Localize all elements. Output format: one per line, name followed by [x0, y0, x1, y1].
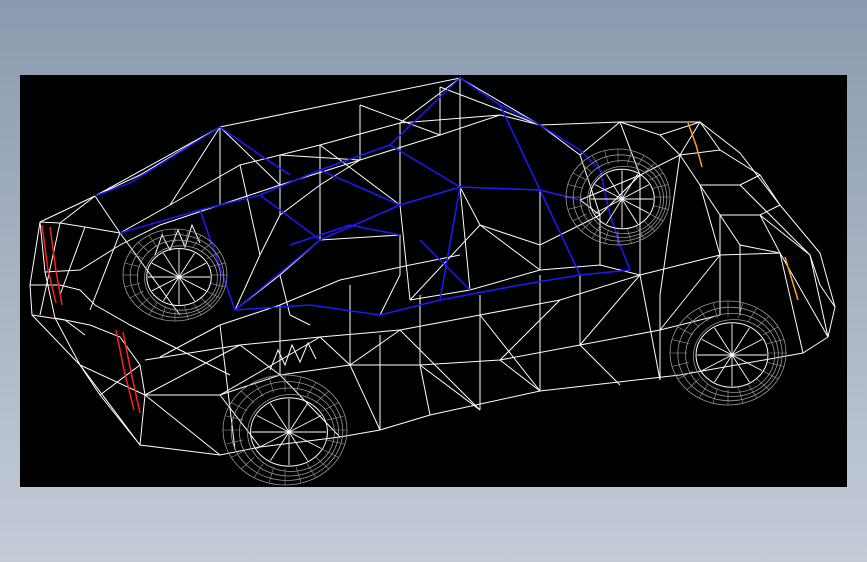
canvas-background [0, 0, 867, 562]
wheel-front-right [222, 374, 348, 486]
wheel-rear-right [669, 300, 787, 406]
wheel-front-left [122, 228, 228, 322]
car-wireframe-model [29, 77, 836, 486]
wheels [122, 148, 787, 486]
head-light [687, 122, 799, 301]
cad-viewport[interactable] [20, 75, 847, 487]
wheel-rear-left [565, 148, 671, 246]
